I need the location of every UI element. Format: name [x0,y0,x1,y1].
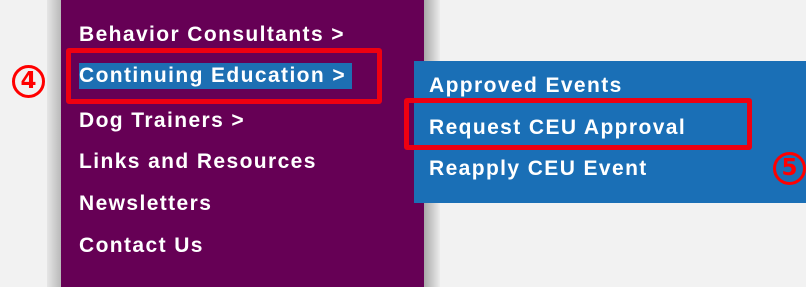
nav-item-links-and-resources[interactable]: Links and Resources [79,149,317,175]
step-5-marker: 5 [773,152,806,185]
menu-shadow-left [47,0,61,287]
submenu-item-reapply-ceu-event[interactable]: Reapply CEU Event [429,156,648,182]
nav-item-dog-trainers[interactable]: Dog Trainers > [79,108,245,134]
highlight-box-request-ceu-approval [404,98,752,150]
nav-item-behavior-consultants[interactable]: Behavior Consultants > [79,22,345,48]
nav-item-contact-us[interactable]: Contact Us [79,233,204,259]
nav-item-newsletters[interactable]: Newsletters [79,191,212,217]
submenu-item-approved-events[interactable]: Approved Events [429,73,623,99]
step-4-marker: 4 [12,65,45,98]
highlight-box-continuing-education [66,48,382,104]
